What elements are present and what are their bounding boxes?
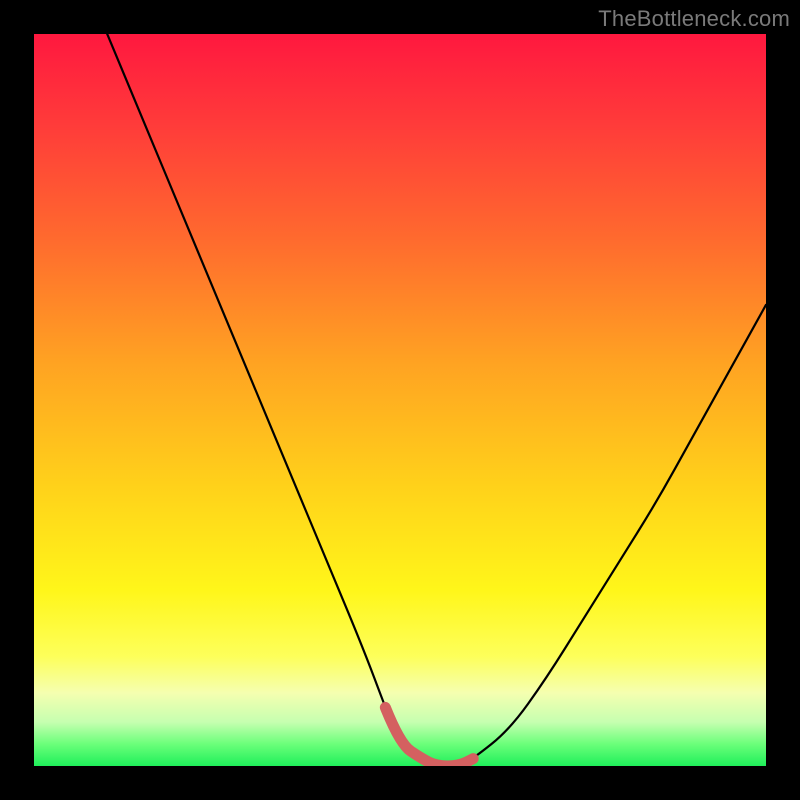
optimal-range-marker — [385, 707, 473, 766]
bottleneck-curve — [107, 34, 766, 766]
curve-layer — [34, 34, 766, 766]
watermark-text: TheBottleneck.com — [598, 6, 790, 32]
plot-area — [34, 34, 766, 766]
chart-frame: TheBottleneck.com — [0, 0, 800, 800]
